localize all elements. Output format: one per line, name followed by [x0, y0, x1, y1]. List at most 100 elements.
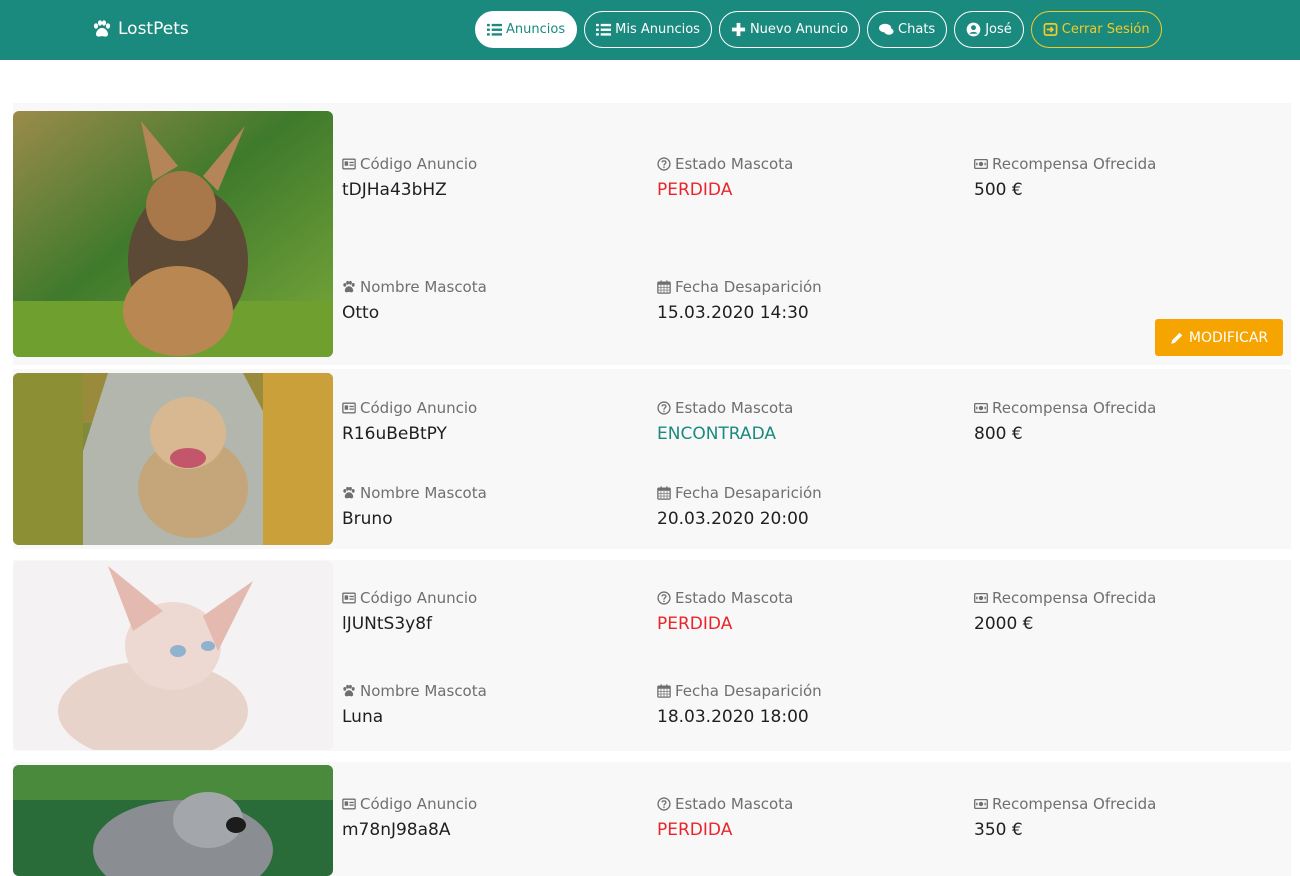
nav-anuncios-label: Anuncios [506, 22, 566, 37]
list-icon [487, 22, 502, 37]
paw-icon [342, 280, 356, 294]
fecha-label: Fecha Desaparición [675, 682, 822, 700]
pet-photo[interactable] [13, 561, 333, 750]
main-nav: Anuncios Mis Anuncios Nuevo Anuncio Chat… [475, 11, 1162, 48]
nombre-value: Bruno [342, 509, 393, 529]
estado-value: PERDIDA [657, 180, 733, 200]
money-bill-icon [974, 591, 988, 605]
codigo-label: Código Anuncio [360, 589, 478, 607]
recompensa-label: Recompensa Ofrecida [992, 795, 1157, 813]
nav-nuevo-anuncio-label: Nuevo Anuncio [749, 22, 849, 37]
recompensa-value: 2000 € [974, 614, 1034, 634]
codigo-field: Código Anuncio R16uBeBtPY [342, 399, 477, 445]
nombre-label: Nombre Mascota [360, 484, 487, 502]
nav-chats-button[interactable]: Chats [867, 11, 948, 48]
logout-button[interactable]: Cerrar Sesión [1030, 11, 1162, 48]
id-card-icon [342, 401, 356, 415]
paw-icon [342, 684, 356, 698]
logout-label: Cerrar Sesión [1061, 22, 1150, 37]
nombre-label: Nombre Mascota [360, 278, 487, 296]
listing-card: Código Anuncio tDJHa43bHZ Estado Mascota… [13, 103, 1291, 365]
calendar-icon [657, 486, 671, 500]
nombre-field: Nombre Mascota Bruno [342, 484, 487, 530]
estado-field: Estado Mascota PERDIDA [657, 155, 793, 201]
recompensa-label: Recompensa Ofrecida [992, 589, 1157, 607]
calendar-icon [657, 684, 671, 698]
fecha-field: Fecha Desaparición 20.03.2020 20:00 [657, 484, 822, 530]
question-circle-icon [657, 401, 671, 415]
money-bill-icon [974, 797, 988, 811]
nombre-field: Nombre Mascota Otto [342, 278, 487, 324]
codigo-label: Código Anuncio [360, 155, 478, 173]
nombre-value: Otto [342, 303, 380, 323]
modify-button[interactable]: MODIFICAR [1155, 319, 1283, 356]
pencil-icon [1170, 331, 1184, 345]
recompensa-field: Recompensa Ofrecida 800 € [974, 399, 1156, 445]
nav-anuncios-button[interactable]: Anuncios [475, 11, 578, 48]
codigo-label: Código Anuncio [360, 795, 478, 813]
codigo-label: Código Anuncio [360, 399, 478, 417]
recompensa-value: 500 € [974, 180, 1023, 200]
listing-card: Código Anuncio lJUNtS3y8f Estado Mascota… [13, 560, 1291, 751]
nombre-field: Nombre Mascota Luna [342, 682, 487, 728]
codigo-field: Código Anuncio m78nJ98a8A [342, 795, 477, 841]
nav-mis-anuncios-button[interactable]: Mis Anuncios [584, 11, 712, 48]
recompensa-field: Recompensa Ofrecida 500 € [974, 155, 1156, 201]
fecha-value: 18.03.2020 18:00 [657, 707, 809, 727]
codigo-value: m78nJ98a8A [342, 820, 451, 840]
fecha-label: Fecha Desaparición [675, 278, 822, 296]
estado-value: PERDIDA [657, 614, 733, 634]
estado-value: ENCONTRADA [657, 424, 776, 444]
user-icon [966, 22, 981, 37]
recompensa-value: 350 € [974, 820, 1023, 840]
codigo-field: Código Anuncio lJUNtS3y8f [342, 589, 477, 635]
list-ordered-icon [596, 22, 611, 37]
fecha-value: 15.03.2020 14:30 [657, 303, 809, 323]
codigo-value: lJUNtS3y8f [342, 614, 433, 634]
recompensa-field: Recompensa Ofrecida 2000 € [974, 589, 1156, 635]
pet-photo[interactable] [13, 373, 333, 545]
pet-photo[interactable] [13, 111, 333, 357]
pet-photo[interactable] [13, 765, 333, 876]
brand-name: LostPets [118, 19, 189, 39]
paw-icon [92, 20, 112, 38]
recompensa-field: Recompensa Ofrecida 350 € [974, 795, 1156, 841]
listing-card: Código Anuncio m78nJ98a8A Estado Mascota… [13, 762, 1291, 876]
fecha-label: Fecha Desaparición [675, 484, 822, 502]
estado-label: Estado Mascota [675, 795, 794, 813]
chat-icon [879, 22, 894, 37]
money-bill-icon [974, 157, 988, 171]
paw-icon [342, 486, 356, 500]
recompensa-label: Recompensa Ofrecida [992, 155, 1157, 173]
nav-nuevo-anuncio-button[interactable]: Nuevo Anuncio [718, 11, 861, 48]
fecha-field: Fecha Desaparición 15.03.2020 14:30 [657, 278, 822, 324]
estado-field: Estado Mascota PERDIDA [657, 795, 793, 841]
question-circle-icon [657, 157, 671, 171]
recompensa-label: Recompensa Ofrecida [992, 399, 1157, 417]
id-card-icon [342, 797, 356, 811]
question-circle-icon [657, 591, 671, 605]
estado-field: Estado Mascota ENCONTRADA [657, 399, 793, 445]
estado-label: Estado Mascota [675, 399, 794, 417]
brand-logo[interactable]: LostPets [92, 19, 189, 39]
nombre-value: Luna [342, 707, 384, 727]
nav-mis-anuncios-label: Mis Anuncios [615, 22, 700, 37]
estado-value: PERDIDA [657, 820, 733, 840]
codigo-field: Código Anuncio tDJHa43bHZ [342, 155, 477, 201]
id-card-icon [342, 157, 356, 171]
recompensa-value: 800 € [974, 424, 1023, 444]
fecha-field: Fecha Desaparición 18.03.2020 18:00 [657, 682, 822, 728]
nombre-label: Nombre Mascota [360, 682, 487, 700]
nav-chats-label: Chats [898, 22, 936, 37]
calendar-icon [657, 280, 671, 294]
top-navbar: LostPets Anuncios Mis Anuncios Nuevo Anu… [0, 0, 1300, 60]
nav-user-label: José [985, 22, 1012, 37]
nav-user-button[interactable]: José [954, 11, 1024, 48]
estado-label: Estado Mascota [675, 155, 794, 173]
codigo-value: tDJHa43bHZ [342, 180, 447, 200]
codigo-value: R16uBeBtPY [342, 424, 447, 444]
logout-icon [1043, 22, 1058, 37]
id-card-icon [342, 591, 356, 605]
estado-field: Estado Mascota PERDIDA [657, 589, 793, 635]
estado-label: Estado Mascota [675, 589, 794, 607]
